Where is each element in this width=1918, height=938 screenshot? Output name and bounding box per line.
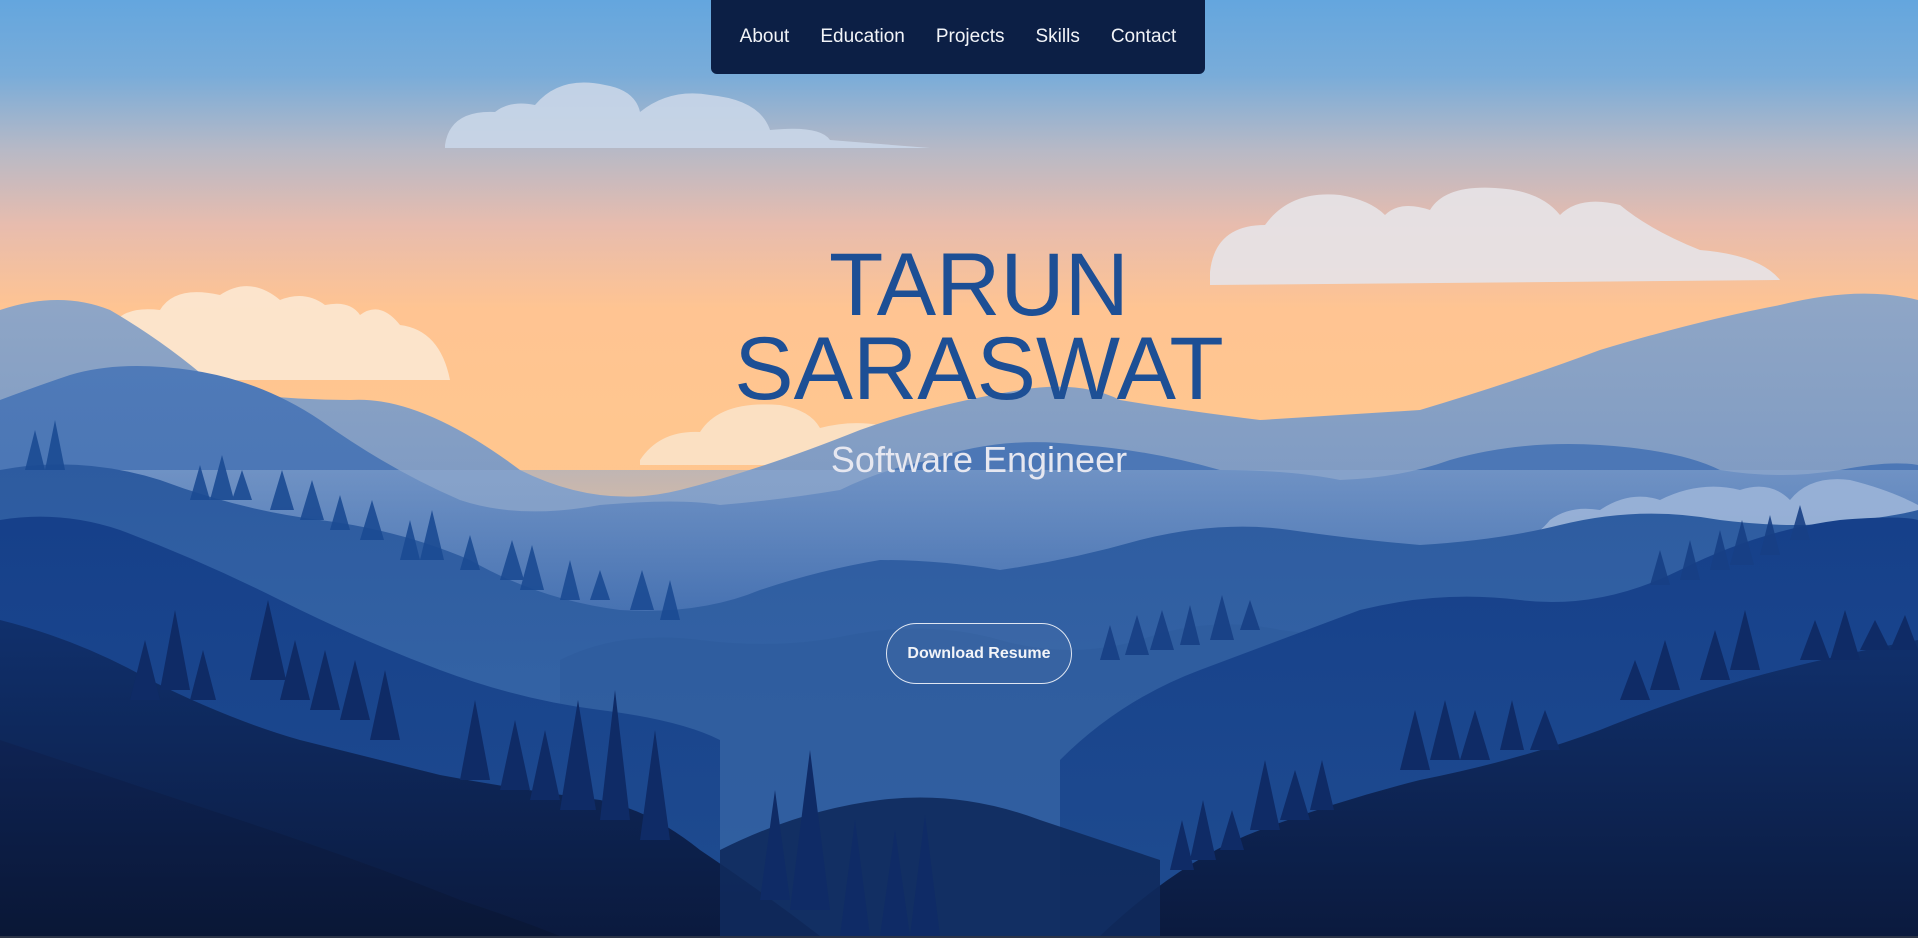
hero-name-line2: SARASWAT bbox=[734, 318, 1224, 418]
nav-link-skills[interactable]: Skills bbox=[1020, 0, 1095, 74]
hero-name: TARUN SARASWAT bbox=[0, 234, 1918, 418]
hero-name-line1: TARUN bbox=[829, 234, 1129, 334]
download-resume-button[interactable]: Download Resume bbox=[886, 623, 1072, 684]
nav-link-projects[interactable]: Projects bbox=[920, 0, 1020, 74]
top-navigation: About Education Projects Skills Contact bbox=[711, 0, 1205, 74]
nav-link-education[interactable]: Education bbox=[805, 0, 921, 74]
hero-section: About Education Projects Skills Contact … bbox=[0, 0, 1918, 936]
hero-subtitle: Software Engineer bbox=[830, 439, 1128, 480]
nav-link-about[interactable]: About bbox=[724, 0, 805, 74]
nav-link-contact[interactable]: Contact bbox=[1095, 0, 1191, 74]
